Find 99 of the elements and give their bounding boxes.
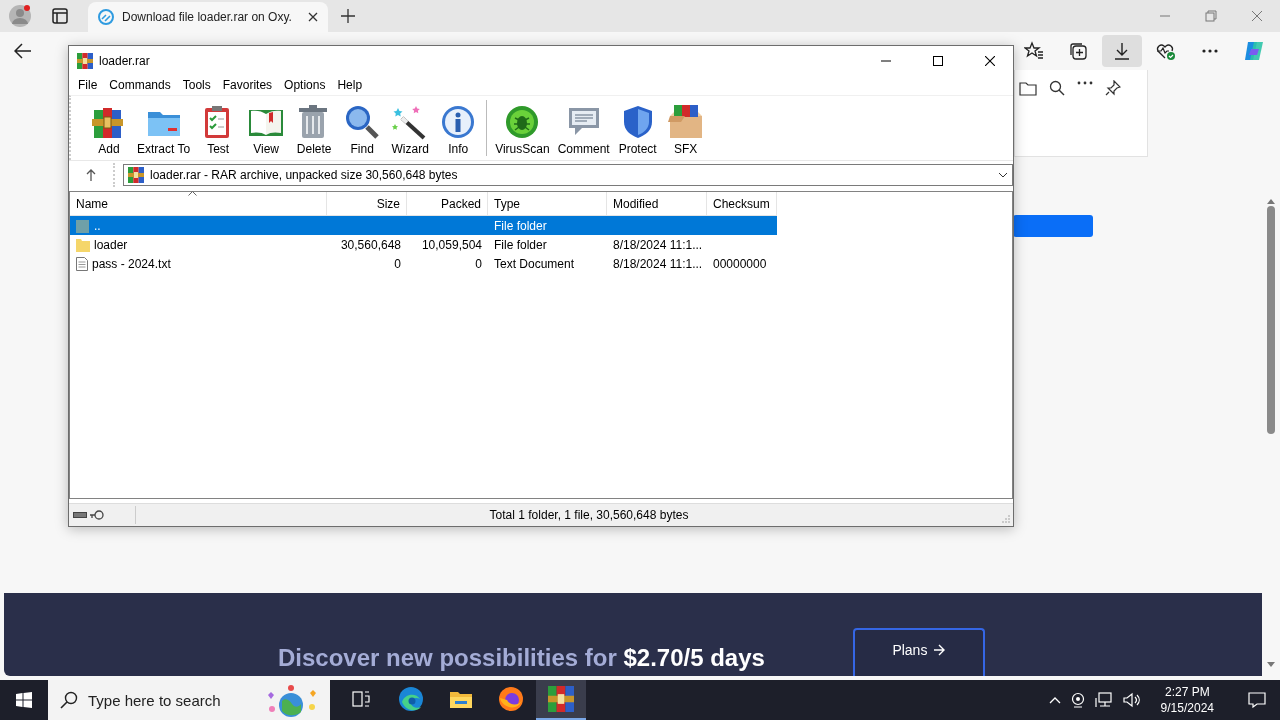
folder-icon — [449, 689, 473, 709]
box-icon — [667, 104, 704, 140]
file-row[interactable]: pass - 2024.txt 0 0 Text Document 8/18/2024 11:1... 00000000 — [70, 254, 777, 273]
table-cell: 0 — [475, 256, 482, 271]
profile-icon — [9, 5, 31, 27]
toolbar-button[interactable]: Protect — [613, 104, 662, 160]
file-name: .. — [94, 218, 101, 233]
menu-item[interactable]: Options — [278, 78, 332, 92]
site-logo-icon — [98, 9, 114, 25]
toolbar-button[interactable]: Test — [194, 104, 243, 160]
heart-pulse-icon — [1155, 41, 1177, 61]
toolbar-button[interactable]: Add — [85, 104, 133, 160]
restore-icon — [1205, 10, 1217, 22]
plans-button[interactable]: Plans — [852, 628, 985, 676]
file-row[interactable]: loader 30,560,648 10,059,504 File folder 8/18/2024 11:1... — [70, 235, 777, 254]
folder-icon — [1019, 80, 1037, 96]
archive-icon — [548, 686, 574, 712]
table-cell: 0 — [394, 256, 401, 271]
table-cell: 00000000 — [713, 256, 767, 271]
archive-icon — [77, 52, 93, 69]
table-cell: 8/18/2024 11:1... — [613, 237, 703, 252]
webcam-icon — [1070, 692, 1085, 708]
bug-icon — [504, 104, 541, 140]
toolbar-button[interactable]: SFX — [661, 104, 710, 160]
fox-globe-icon — [498, 686, 524, 712]
tab-title: Download file loader.rar on Oxy. — [122, 10, 293, 24]
task-view-icon — [352, 691, 370, 707]
pin-icon — [1105, 80, 1121, 96]
more-icon — [1201, 48, 1219, 54]
table-cell: 8/18/2024 11:1... — [613, 256, 703, 271]
folder-up-icon — [76, 218, 90, 233]
window-title: loader.rar — [99, 53, 151, 68]
chevron-up-icon — [1048, 696, 1061, 704]
search-icon — [60, 691, 78, 709]
search-icon — [1049, 80, 1065, 96]
promo-text: Discover new possibilities for $2.70/5 days — [278, 644, 765, 672]
clock-time: 2:27 PM — [1164, 684, 1210, 700]
key-icon — [90, 510, 104, 520]
toolbar-button[interactable]: Wizard — [386, 104, 435, 160]
search-field[interactable]: Type here to search — [48, 680, 330, 720]
toolbar-button[interactable]: Extract To — [133, 104, 195, 160]
toolbar-button[interactable]: View — [242, 104, 291, 160]
windows-logo-icon — [16, 692, 32, 708]
speaker-icon — [1122, 692, 1141, 708]
close-icon — [985, 55, 995, 66]
edge-icon — [398, 686, 424, 712]
toolbar-button[interactable]: Info — [434, 104, 483, 160]
network-icon — [1094, 692, 1113, 708]
status-text: Total 1 folder, 1 file, 30,560,648 bytes — [488, 508, 690, 522]
menu-item[interactable]: Tools — [176, 78, 217, 92]
start-button[interactable] — [16, 692, 32, 708]
maximize-icon — [933, 55, 943, 66]
close-icon — [308, 12, 318, 22]
menu-item[interactable]: Help — [331, 78, 369, 92]
browser-tab[interactable]: Download file loader.rar on Oxy. — [88, 2, 328, 32]
notification-icon — [1248, 692, 1266, 708]
drive-icon — [73, 511, 87, 519]
menu-item[interactable]: Commands — [103, 78, 177, 92]
clock-date: 9/15/2024 — [1160, 700, 1214, 716]
info-icon — [440, 104, 477, 140]
file-name: loader — [94, 237, 128, 252]
star-list-icon — [1024, 41, 1044, 61]
download-icon — [1112, 41, 1132, 61]
new-tab-icon — [341, 9, 355, 23]
table-cell: Text Document — [494, 256, 575, 271]
taskbar-app[interactable] — [536, 680, 586, 720]
more-icon — [1077, 80, 1093, 86]
tab-actions-icon — [52, 8, 68, 24]
close-icon — [1251, 10, 1263, 22]
file-name: pass - 2024.txt — [92, 256, 171, 271]
table-cell: 30,560,648 — [340, 237, 401, 252]
toolbar-button[interactable]: Find — [338, 104, 387, 160]
sort-caret-icon — [188, 191, 197, 196]
chevron-down-icon — [998, 172, 1008, 178]
folder-icon — [76, 237, 90, 252]
toolbar-button[interactable]: VirusScan — [491, 104, 554, 160]
scroll-up-icon — [1267, 198, 1275, 204]
up-arrow-icon — [86, 169, 96, 181]
menu-item[interactable]: Favorites — [216, 78, 279, 92]
toolbar-button[interactable]: Delete — [290, 104, 339, 160]
table-cell: File folder — [494, 218, 547, 233]
magnifier-icon — [344, 104, 381, 140]
menu-item[interactable]: File — [72, 78, 104, 92]
collections-icon — [1068, 41, 1088, 61]
table-cell: 10,059,504 — [421, 237, 482, 252]
text-file-icon — [76, 256, 88, 271]
downloads-button[interactable] — [1102, 35, 1142, 67]
resize-grip-icon — [1002, 515, 1010, 523]
address-field[interactable]: loader.rar - RAR archive, unpacked size 30,560,648 bytes — [123, 164, 1013, 186]
table-cell: File folder — [494, 237, 547, 252]
copilot-icon — [1242, 39, 1266, 63]
back-arrow-icon — [14, 43, 32, 59]
archive-path: loader.rar - RAR archive, unpacked size 30,560,648 bytes — [150, 168, 459, 182]
scroll-down-icon — [1267, 662, 1275, 668]
clock[interactable]: 2:27 PM 9/15/2024 — [1150, 684, 1224, 716]
toolbar-button[interactable]: Comment — [553, 104, 614, 160]
archive-icon — [128, 167, 144, 183]
arrow-right-icon — [933, 643, 946, 656]
file-row[interactable]: .. File folder — [70, 216, 777, 235]
